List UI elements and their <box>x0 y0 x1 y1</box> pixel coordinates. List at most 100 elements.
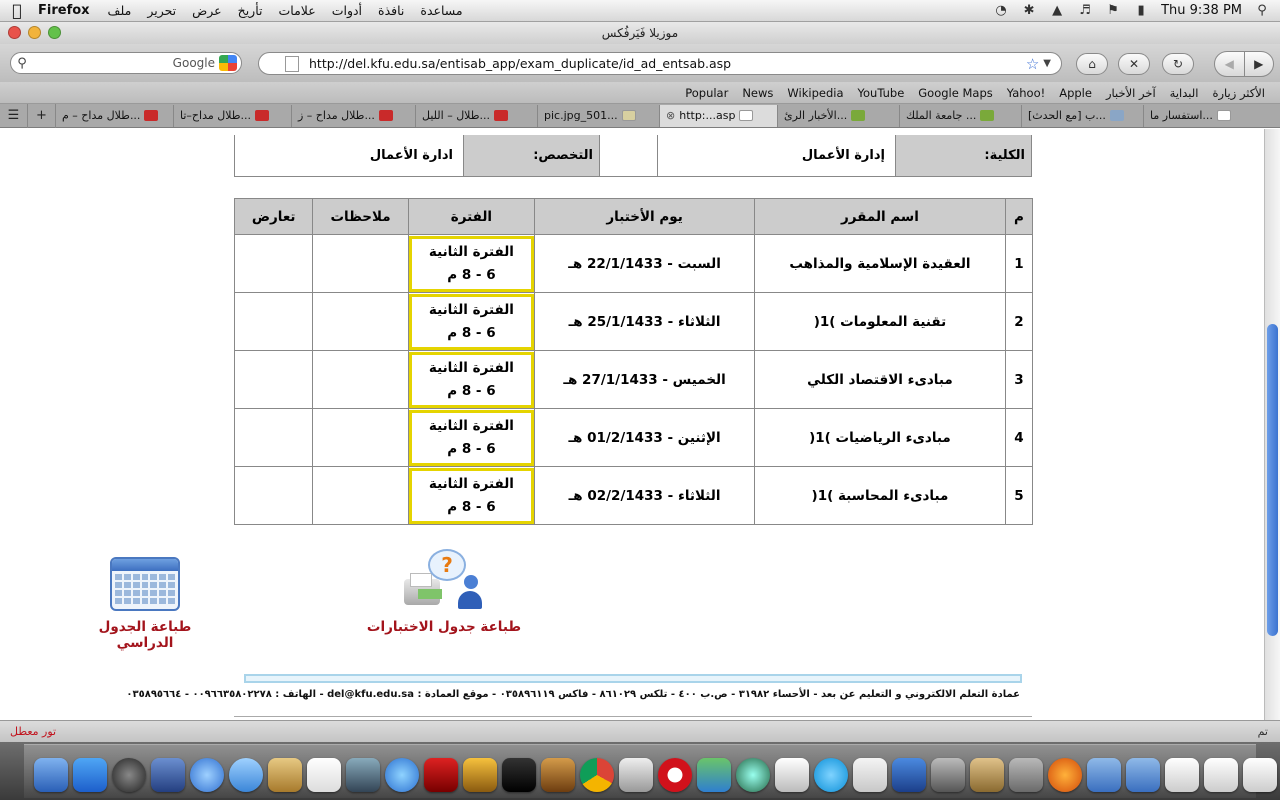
header-period: الفترة <box>407 198 536 235</box>
itunes-icon[interactable] <box>385 758 419 792</box>
print-exam-schedule-link[interactable]: طباعة جدول الاختبارات <box>364 619 524 635</box>
tab-active[interactable]: ⊗ http:...asp <box>660 104 778 127</box>
menubar-clock[interactable]: Thu 9:38 PM <box>1161 3 1242 18</box>
menu-window[interactable]: نافذة <box>370 3 412 18</box>
table-row: 3 مبادىء الاقتصاد الكلي الخميس - 27/1/14… <box>233 350 1034 409</box>
app-store-icon[interactable] <box>73 758 107 792</box>
minimize-window-button[interactable] <box>28 26 41 39</box>
bookmark-most-visited[interactable]: الأكثر زيارة <box>1205 86 1272 100</box>
messenger-icon[interactable] <box>697 758 731 792</box>
bookmark-google-maps[interactable]: Google Maps <box>911 86 999 100</box>
bookmark-news[interactable]: News <box>735 86 780 100</box>
stack-2-icon[interactable] <box>1204 758 1238 792</box>
back-button[interactable]: ▶ <box>1245 52 1274 76</box>
apple-menu-icon[interactable]:  <box>0 1 34 20</box>
safari-icon[interactable] <box>190 758 224 792</box>
firefox-icon[interactable] <box>1048 758 1082 792</box>
imovie-icon[interactable] <box>502 758 536 792</box>
menu-tools[interactable]: أدوات <box>324 3 370 18</box>
opera-icon[interactable] <box>658 758 692 792</box>
applications-folder-icon[interactable] <box>1087 758 1121 792</box>
finder-icon[interactable] <box>34 758 68 792</box>
archive-icon[interactable] <box>1009 758 1043 792</box>
search-input[interactable]: Google <box>173 56 219 70</box>
reload-button[interactable]: ↻ <box>1162 53 1194 75</box>
ical-icon[interactable] <box>307 758 341 792</box>
bookmark-start[interactable]: البداية <box>1163 86 1206 100</box>
bookmark-latest-news[interactable]: آخر الأخبار <box>1099 86 1163 100</box>
time-machine-icon[interactable]: ◔ <box>993 3 1009 18</box>
iphoto-2-icon[interactable] <box>463 758 497 792</box>
tab-7[interactable]: جامعة الملك ... <box>900 104 1022 127</box>
tab-1[interactable]: طلال مداح–تا... <box>174 104 292 127</box>
soccer-icon[interactable] <box>853 758 887 792</box>
print-help-icon[interactable]: ? <box>404 549 490 613</box>
menu-file[interactable]: ملف <box>100 3 140 18</box>
tab-9[interactable]: استفسار ما... <box>1144 105 1260 127</box>
tab-2[interactable]: طلال مداح – ز... <box>292 104 416 127</box>
spotlight-icon[interactable]: ⚲ <box>1254 3 1270 18</box>
url-input[interactable]: http://del.kfu.edu.sa/entisab_app/exam_d… <box>309 56 731 71</box>
zoom-window-button[interactable] <box>48 26 61 39</box>
stack-icon[interactable] <box>1165 758 1199 792</box>
vmware-icon[interactable] <box>892 758 926 792</box>
close-tab-icon[interactable]: ⊗ <box>666 109 675 122</box>
stop-button[interactable]: ✕ <box>1118 53 1150 75</box>
tor-status[interactable]: تور معطل <box>10 725 56 738</box>
period-time: 6 - 8 م <box>447 498 496 515</box>
wifi-icon[interactable]: ▲ <box>1049 3 1065 18</box>
tab-8[interactable]: [مع الحدث] ب... <box>1022 104 1144 127</box>
stack-3-icon[interactable] <box>1243 758 1277 792</box>
menu-help[interactable]: مساعدة <box>412 3 470 18</box>
iphoto-icon[interactable] <box>346 758 380 792</box>
menu-view[interactable]: عرض <box>184 3 229 18</box>
dvd-player-icon[interactable] <box>619 758 653 792</box>
system-preferences-icon[interactable] <box>931 758 965 792</box>
new-tab-button[interactable]: + <box>28 103 56 128</box>
battery-icon[interactable]: ▮ <box>1133 3 1149 18</box>
tab-list-button[interactable]: ☰ <box>0 103 28 128</box>
close-window-button[interactable] <box>8 26 21 39</box>
menu-bookmarks[interactable]: علامات <box>271 3 324 18</box>
garageband-icon[interactable] <box>541 758 575 792</box>
flag-icon[interactable]: ⚑ <box>1105 3 1121 18</box>
skype-icon[interactable] <box>814 758 848 792</box>
status-done: تم <box>1257 725 1268 738</box>
tab-0[interactable]: طلال مداح – م... <box>56 104 174 127</box>
time-machine-dock-icon[interactable] <box>736 758 770 792</box>
print-study-schedule-link[interactable]: طباعة الجدول الدراسي <box>70 619 220 651</box>
tab-4[interactable]: pic.jpg_501... <box>538 104 660 127</box>
tab-3[interactable]: طلال – الليل... <box>416 104 538 127</box>
volume-icon[interactable]: ♬ <box>1077 3 1093 18</box>
bookmark-popular[interactable]: Popular <box>678 86 735 100</box>
tab-6[interactable]: الأخبار الرئ... <box>778 104 900 127</box>
bookmark-star-icon[interactable]: ☆ <box>1026 55 1043 73</box>
search-bar[interactable]: ⚲ Google <box>10 52 242 74</box>
url-dropdown-icon[interactable]: ▼ <box>1043 58 1061 69</box>
forward-button[interactable]: ◀ <box>1215 52 1245 76</box>
address-book-icon[interactable] <box>268 758 302 792</box>
vertical-scrollbar[interactable] <box>1264 129 1280 720</box>
app-menu[interactable]: Firefox <box>34 3 100 18</box>
bookmark-yahoo[interactable]: Yahoo! <box>1000 86 1052 100</box>
calendar-icon[interactable] <box>110 557 180 611</box>
menu-history[interactable]: تأريخ <box>230 3 271 18</box>
chrome-icon[interactable] <box>580 758 614 792</box>
row-num: 1 <box>1004 234 1034 293</box>
menu-edit[interactable]: تحرير <box>139 3 184 18</box>
url-bar[interactable]: http://del.kfu.edu.sa/entisab_app/exam_d… <box>258 52 1062 75</box>
documents-folder-icon[interactable] <box>1126 758 1160 792</box>
preview-icon[interactable] <box>970 758 1004 792</box>
bookmark-wikipedia[interactable]: Wikipedia <box>780 86 850 100</box>
bookmark-youtube[interactable]: YouTube <box>851 86 912 100</box>
photo-booth-icon[interactable] <box>424 758 458 792</box>
penguin-icon[interactable] <box>775 758 809 792</box>
google-engine-icon[interactable] <box>219 55 237 71</box>
ichat-icon[interactable] <box>229 758 263 792</box>
bookmark-apple[interactable]: Apple <box>1052 86 1099 100</box>
bluetooth-icon[interactable]: ✱ <box>1021 3 1037 18</box>
home-button[interactable]: ⌂ <box>1076 53 1108 75</box>
mission-control-icon[interactable] <box>151 758 185 792</box>
dashboard-icon[interactable] <box>112 758 146 792</box>
scrollbar-thumb[interactable] <box>1267 324 1278 636</box>
